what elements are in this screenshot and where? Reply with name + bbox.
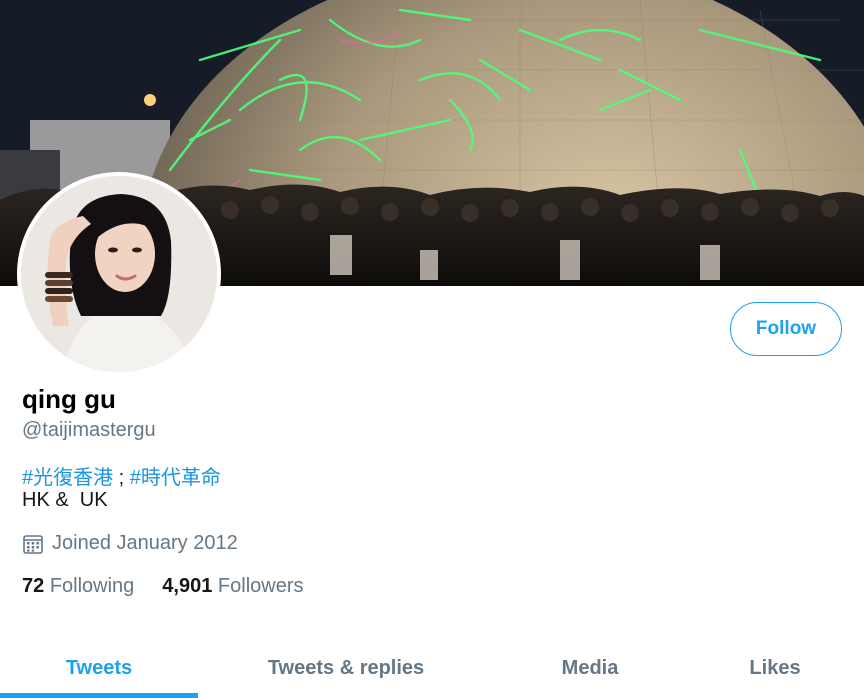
bio-separator: ; <box>113 467 130 489</box>
joined-label: Joined January 2012 <box>52 532 238 554</box>
display-name: qing gu <box>22 384 116 414</box>
follow-stats: 72 Following 4,901 Followers <box>22 575 304 598</box>
followers-count: 4,901 <box>162 575 213 597</box>
avatar-photo <box>21 176 217 372</box>
profile-avatar[interactable] <box>17 172 221 376</box>
tab-tweets[interactable]: Tweets <box>0 638 198 698</box>
active-tab-indicator <box>0 693 198 698</box>
tab-tweets-and-replies[interactable]: Tweets & replies <box>198 638 494 698</box>
tab-media[interactable]: Media <box>494 638 686 698</box>
following-link[interactable]: 72 Following <box>22 575 134 598</box>
following-label: Following <box>49 575 135 597</box>
followers-link[interactable]: 4,901 Followers <box>162 575 303 598</box>
profile-tabs: Tweets Tweets & replies Media Likes <box>0 638 864 698</box>
hashtag-link[interactable]: #光復香港 <box>22 467 113 489</box>
tab-likes[interactable]: Likes <box>686 638 864 698</box>
followers-label: Followers <box>217 575 304 597</box>
profile-bio: #光復香港 ; #時代革命 <box>22 461 221 490</box>
profile-location: HK & UK <box>22 489 108 511</box>
user-handle: @taijimastergu <box>22 419 156 441</box>
follow-button[interactable]: Follow <box>730 302 842 356</box>
joined-date: Joined January 2012 <box>22 532 238 555</box>
hashtag-link[interactable]: #時代革命 <box>130 467 221 489</box>
following-count: 72 <box>22 575 45 597</box>
calendar-icon <box>22 533 44 555</box>
